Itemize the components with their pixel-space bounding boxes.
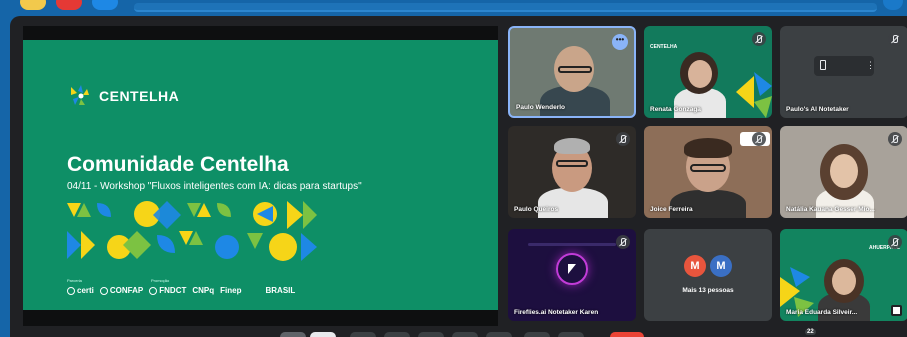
pin-icon[interactable] [820,60,826,70]
yellow-indicator[interactable] [20,0,46,10]
red-indicator[interactable] [56,0,82,10]
mic-off-icon [752,132,766,146]
slide-title: Comunidade Centelha [67,153,289,176]
participant-tile[interactable]: AHUERPAUL Maria Eduarda Silveir... [780,229,907,321]
sponsor-confap: CONFAP [99,286,143,295]
mic-button[interactable] [280,332,306,337]
participant-name: Joice Ferreira [650,206,693,213]
participant-name: Renata Gonzaga [650,106,701,113]
meet-window: CENTELHA Comunidade Centelha 04/11 - Wor… [10,16,907,337]
raise-hand-button[interactable] [452,332,478,337]
mic-off-icon [752,32,766,46]
participant-tile[interactable]: ••• Paulo Wenderlo [508,26,636,118]
more-participants-label: Mais 13 pessoas [682,287,734,294]
more-options-icon[interactable]: ••• [612,34,628,50]
bottom-control-bar: 22 [10,329,907,337]
sponsor-logos: certi CONFAP FNDCT CNPq Finep BRASIL [67,286,295,295]
participant-tile[interactable]: Fireflies.ai Notetaker Karen [508,229,636,321]
more-options-button[interactable] [486,332,512,337]
sponsor-fndct: FNDCT [149,286,186,295]
participant-name: Maria Eduarda Silveir... [786,309,858,316]
logo-text: CENTELHA [99,88,180,104]
participant-count-badge[interactable]: 22 [805,329,816,335]
blue-indicator[interactable] [92,0,118,10]
participant-tile[interactable]: Paulo Queiros [508,126,636,218]
account-icon[interactable] [883,0,903,10]
sponsor-brasil: BRASIL [265,286,296,295]
centelha-logo: CENTELHA [67,83,179,109]
activities-button[interactable] [558,332,584,337]
spark-decoration [736,72,772,118]
participant-name: Fireflies.ai Notetaker Karen [514,309,599,316]
sponsor-finep: Finep [220,286,242,295]
mic-off-icon [888,235,902,249]
emoji-button[interactable] [384,332,410,337]
leave-call-button[interactable] [610,332,644,337]
mic-off-icon [616,235,630,249]
sponsor-certi: certi [67,286,94,295]
decorative-pattern [67,201,317,261]
presentation-stage: CENTELHA Comunidade Centelha 04/11 - Wor… [23,26,498,326]
chat-button[interactable] [524,332,550,337]
participant-name: Paulo Queiros [514,206,559,213]
participant-name: Paulo's AI Notetaker [786,106,849,113]
centelha-spark-icon [71,85,89,105]
participant-name: Natália Kauana Gesser Mio... [786,206,875,213]
present-button[interactable] [418,332,444,337]
participant-tile[interactable]: Joice Ferreira [644,126,772,218]
participant-tile[interactable]: Natália Kauana Gesser Mio... [780,126,907,218]
realizacao-caption: Parceria [67,278,82,283]
browser-top-bar [0,0,907,16]
mic-off-icon [888,132,902,146]
camera-button[interactable] [310,332,336,337]
sponsor-cnpq: CNPq [192,286,215,295]
pip-icon[interactable] [891,305,902,316]
mic-off-icon [616,132,630,146]
promocao-caption: Promoção [151,278,170,283]
more-participants-tile[interactable]: M M Mais 13 pessoas [644,229,772,321]
mic-off-icon [888,32,902,46]
presentation-slide: CENTELHA Comunidade Centelha 04/11 - Wor… [23,40,498,310]
participant-tile[interactable]: CENTELHA Renata Gonzaga [644,26,772,118]
participant-tile[interactable]: ⋮ Paulo's AI Notetaker [780,26,907,118]
avatar: M [684,255,706,277]
captions-button[interactable] [350,332,376,337]
address-bar[interactable] [134,3,877,12]
more-vert-icon[interactable]: ⋮ [866,59,875,71]
participant-name: Paulo Wenderlo [516,104,565,111]
centelha-badge: CENTELHA [650,44,678,50]
slide-subtitle: 04/11 - Workshop "Fluxos inteligentes co… [67,181,362,192]
avatar: M [710,255,732,277]
